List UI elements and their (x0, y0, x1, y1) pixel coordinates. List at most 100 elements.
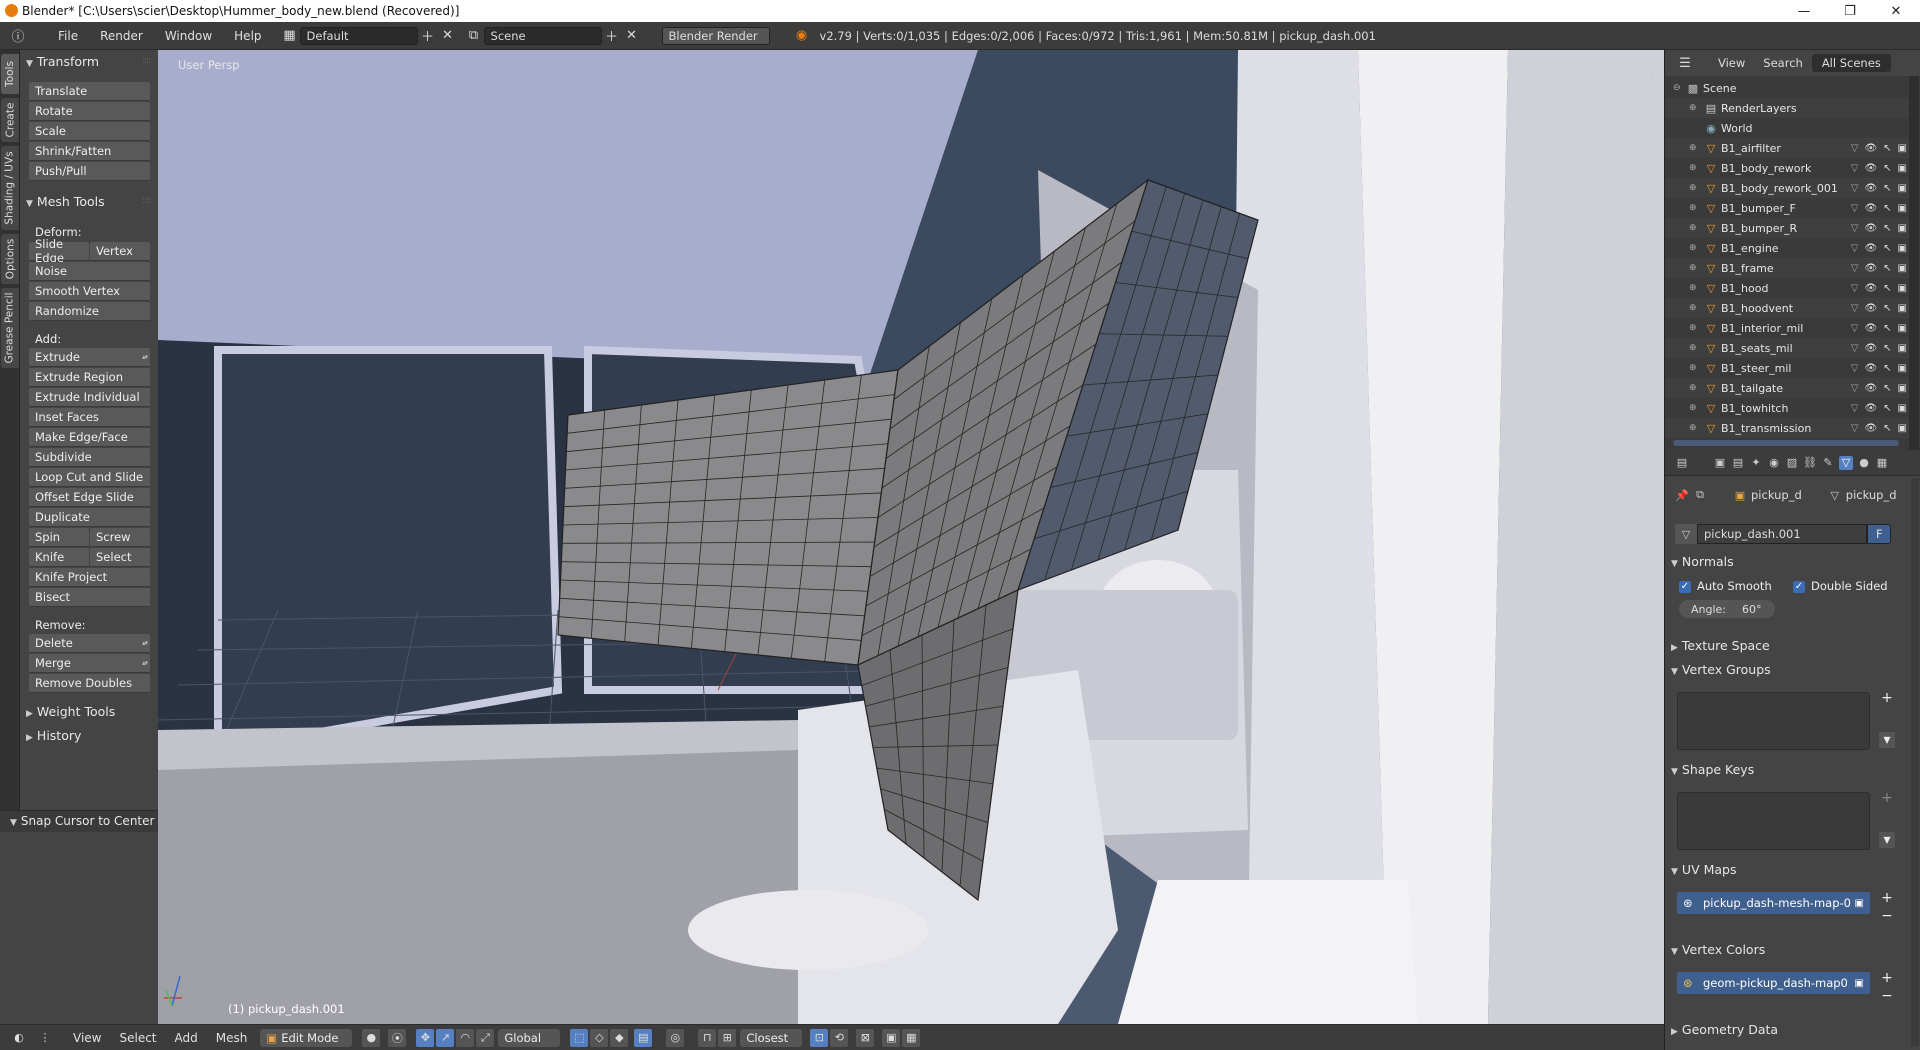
inset-faces-button[interactable]: Inset Faces (29, 408, 150, 427)
delete-button[interactable]: Delete (29, 634, 150, 653)
outliner-view-menu[interactable]: View (1709, 56, 1754, 70)
cursor-select-icon[interactable]: ↖ (1883, 423, 1891, 434)
translate-button[interactable]: Translate (29, 82, 150, 101)
eye-icon[interactable]: 👁 (1864, 243, 1877, 254)
push-pull-button[interactable]: Push/Pull (29, 162, 150, 181)
menu-window[interactable]: Window (157, 29, 220, 43)
edge-select-icon[interactable]: ◇ (590, 1028, 609, 1047)
screen-layout-icon[interactable]: ▦ (280, 27, 300, 45)
slide-vertex-button[interactable]: Vertex (90, 242, 150, 261)
texture-tab-icon[interactable]: ▦ (1875, 456, 1889, 470)
outliner-row-renderlayers[interactable]: ⊕ ▤ RenderLayers (1665, 98, 1911, 118)
manipulator-toggle-icon[interactable]: ✥ (416, 1028, 435, 1047)
add-scene-icon[interactable]: ＋ (602, 27, 622, 45)
constraints-tab-icon[interactable]: ⛓ (1803, 456, 1817, 470)
weight-tools-panel-header[interactable]: ▶ Weight Tools (26, 704, 115, 719)
eye-icon[interactable]: 👁 (1864, 163, 1877, 174)
add-shape-key-icon[interactable]: + (1879, 790, 1895, 806)
transform-orientation-select[interactable]: Global (498, 1028, 561, 1047)
rotate-manipulator-icon[interactable]: ◠ (456, 1028, 475, 1047)
remove-layout-icon[interactable]: ✕ (438, 27, 458, 45)
outliner-row-object[interactable]: ⊕ ▽ B1_steer_mil ▽ 👁 ↖ ▣ (1665, 358, 1911, 378)
make-edge-face-button[interactable]: Make Edge/Face (29, 428, 150, 447)
snap-toggle-icon[interactable]: ⊓ (698, 1028, 717, 1047)
menu-render[interactable]: Render (92, 29, 151, 43)
cursor-select-icon[interactable]: ↖ (1883, 163, 1891, 174)
eye-icon[interactable]: 👁 (1864, 303, 1877, 314)
eye-icon[interactable]: 👁 (1864, 363, 1877, 374)
cursor-select-icon[interactable]: ↖ (1883, 243, 1891, 254)
remove-scene-icon[interactable]: ✕ (622, 27, 642, 45)
camera-render-icon[interactable]: ▣ (1898, 283, 1907, 294)
cursor-select-icon[interactable]: ↖ (1883, 303, 1891, 314)
render-vcol-icon[interactable]: ▣ (1855, 978, 1864, 989)
uv-map-item[interactable]: ⊛ pickup_dash-mesh-map-0 ▣ (1677, 892, 1870, 914)
eye-icon[interactable]: 👁 (1864, 143, 1877, 154)
object-tab-icon[interactable]: ▨ (1785, 456, 1799, 470)
add-layout-icon[interactable]: ＋ (418, 27, 438, 45)
cursor-select-icon[interactable]: ↖ (1883, 343, 1891, 354)
outliner-display-mode[interactable]: All Scenes (1811, 54, 1891, 72)
camera-render-icon[interactable]: ▣ (1898, 323, 1907, 334)
camera-render-icon[interactable]: ▣ (1898, 343, 1907, 354)
knife-select-button[interactable]: Select (90, 548, 150, 567)
remove-vertex-color-icon[interactable]: − (1879, 988, 1895, 1004)
expand-icon[interactable]: ⊕ (1689, 283, 1697, 293)
modifiers-tab-icon[interactable]: ✎ (1821, 456, 1835, 470)
vertex-groups-panel-header[interactable]: ▼ Vertex Groups (1671, 662, 1771, 677)
eye-icon[interactable]: 👁 (1864, 343, 1877, 354)
expand-icon[interactable]: ⊕ (1689, 183, 1697, 193)
outliner-row-object[interactable]: ⊕ ▽ B1_hoodvent ▽ 👁 ↖ ▣ (1665, 298, 1911, 318)
menu-view[interactable]: View (64, 1031, 110, 1045)
outliner-row-object[interactable]: ⊕ ▽ B1_bumper_R ▽ 👁 ↖ ▣ (1665, 218, 1911, 238)
outliner-row-object[interactable]: ⊕ ▽ B1_seats_mil ▽ 👁 ↖ ▣ (1665, 338, 1911, 358)
camera-render-icon[interactable]: ▣ (1898, 303, 1907, 314)
grip-icon[interactable]: :::: (142, 196, 151, 206)
transform-panel-header[interactable]: ▼ Transform (26, 54, 99, 69)
properties-scrollbar[interactable] (1911, 478, 1919, 1046)
snap-target-select[interactable]: Closest (740, 1028, 803, 1047)
material-tab-icon[interactable]: ● (1857, 456, 1871, 470)
menu-help[interactable]: Help (226, 29, 269, 43)
3d-viewport[interactable]: User Persp (1) pickup_dash.001 + (158, 50, 1664, 1024)
expand-icon[interactable]: ⊕ (1689, 363, 1697, 373)
camera-render-icon[interactable]: ▣ (1898, 203, 1907, 214)
outliner-row-object[interactable]: ⊕ ▽ B1_engine ▽ 👁 ↖ ▣ (1665, 238, 1911, 258)
expand-icon[interactable]: ⊕ (1689, 343, 1697, 353)
camera-render-icon[interactable]: ▣ (1898, 423, 1907, 434)
knife-button[interactable]: Knife (29, 548, 89, 567)
eye-icon[interactable]: 👁 (1864, 183, 1877, 194)
proportional-edit-icon[interactable]: ◎ (666, 1028, 685, 1047)
eye-icon[interactable]: 👁 (1864, 283, 1877, 294)
mode-select[interactable]: ▣ Edit Mode (260, 1028, 353, 1047)
eye-icon[interactable]: 👁 (1864, 383, 1877, 394)
vertex-color-item[interactable]: ⊛ geom-pickup_dash-map0 ▣ (1677, 972, 1870, 994)
scene-field[interactable]: Scene (483, 26, 602, 45)
extrude-individual-button[interactable]: Extrude Individual (29, 388, 150, 407)
grip-icon[interactable]: :::: (142, 56, 151, 66)
cursor-select-icon[interactable]: ↖ (1883, 363, 1891, 374)
remove-uv-map-icon[interactable]: − (1879, 908, 1895, 924)
snap-settings-icon[interactable]: ⊡ (810, 1028, 829, 1047)
vertex-groups-list[interactable] (1677, 692, 1870, 750)
expand-icon[interactable]: ⊕ (1689, 143, 1697, 153)
cursor-select-icon[interactable]: ↖ (1883, 143, 1891, 154)
render-tab-icon[interactable]: ▣ (1713, 456, 1727, 470)
merge-button[interactable]: Merge (29, 654, 150, 673)
camera-render-icon[interactable]: ▣ (1898, 143, 1907, 154)
camera-render-icon[interactable]: ▣ (1898, 183, 1907, 194)
noise-button[interactable]: Noise (29, 262, 150, 281)
snap-rotation-icon[interactable]: ⟲ (830, 1028, 849, 1047)
expand-icon[interactable]: ⊕ (1689, 243, 1697, 253)
pivot-point-icon[interactable]: ⦿ (388, 1028, 407, 1047)
expand-icon[interactable]: ⊕ (1689, 263, 1697, 273)
outliner-row-object[interactable]: ⊕ ▽ B1_hood ▽ 👁 ↖ ▣ (1665, 278, 1911, 298)
minimize-button[interactable]: — (1781, 0, 1827, 22)
offset-edge-slide-button[interactable]: Offset Edge Slide (29, 488, 150, 507)
texture-space-panel-header[interactable]: ▶ Texture Space (1671, 638, 1770, 653)
remove-doubles-button[interactable]: Remove Doubles (29, 674, 150, 693)
knife-project-button[interactable]: Knife Project (29, 568, 150, 587)
randomize-button[interactable]: Randomize (29, 302, 150, 321)
cursor-select-icon[interactable]: ↖ (1883, 383, 1891, 394)
camera-render-icon[interactable]: ▣ (1898, 383, 1907, 394)
